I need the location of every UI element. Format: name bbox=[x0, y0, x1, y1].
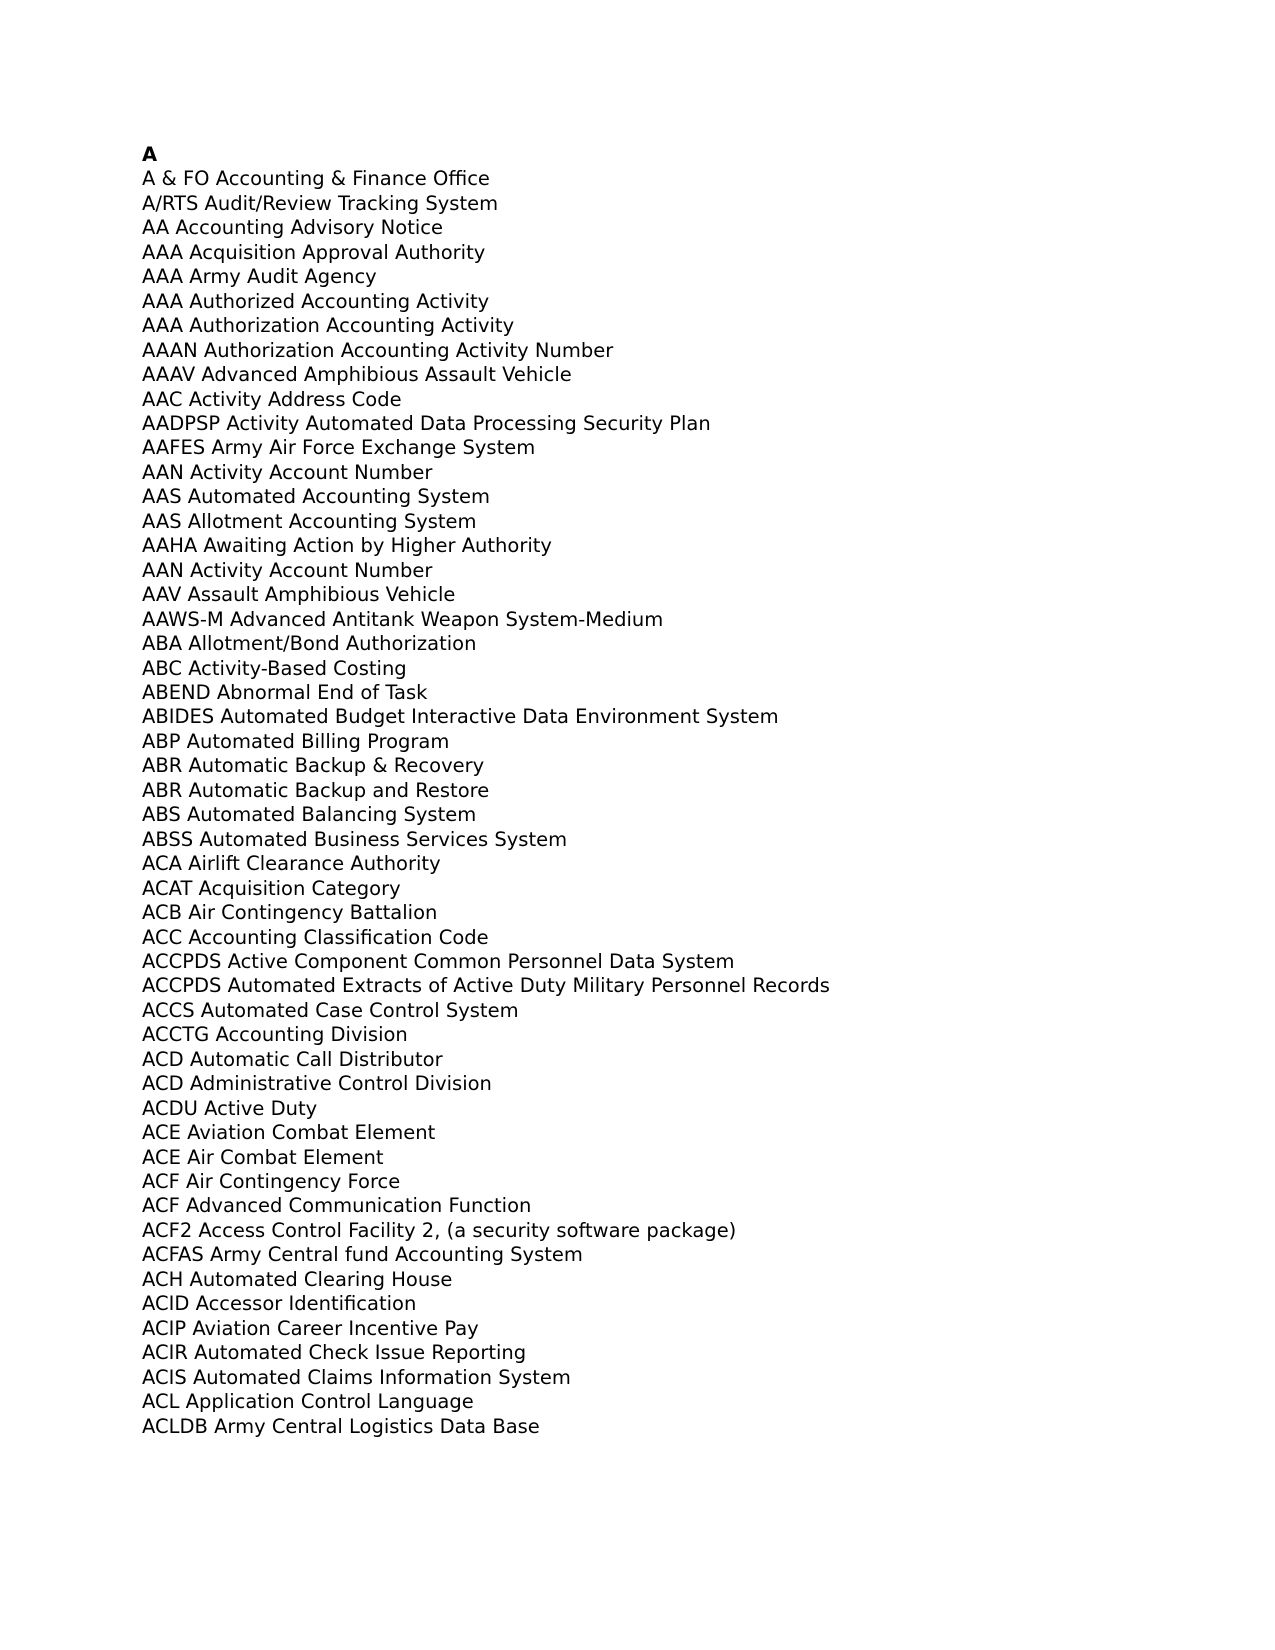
acronym-entry: ABC Activity-Based Costing bbox=[142, 656, 407, 680]
section-heading-a: A bbox=[142, 143, 158, 166]
acronym-entry: ACE Air Combat Element bbox=[142, 1145, 384, 1169]
acronym-entry: ACIS Automated Claims Information System bbox=[142, 1365, 571, 1389]
acronym-entry: ACD Automatic Call Distributor bbox=[142, 1047, 443, 1071]
acronym-entry: ACCPDS Active Component Common Personnel… bbox=[142, 949, 735, 973]
acronym-entry: AAV Assault Amphibious Vehicle bbox=[142, 583, 456, 607]
acronym-entry: ABS Automated Balancing System bbox=[142, 803, 477, 827]
acronym-entry: ACCTG Accounting Division bbox=[142, 1023, 408, 1047]
acronym-entry: AAAV Advanced Amphibious Assault Vehicle bbox=[142, 363, 572, 387]
acronym-entry: ACH Automated Clearing House bbox=[142, 1267, 453, 1291]
acronym-entry: A & FO Accounting & Finance Office bbox=[142, 167, 490, 191]
acronym-entry: AAA Acquisition Approval Authority bbox=[142, 240, 486, 264]
document-page: A A & FO Accounting & Finance Office A/RT… bbox=[0, 0, 1275, 1650]
acronym-entry: ACCS Automated Case Control System bbox=[142, 998, 519, 1022]
acronym-entry: ACL Application Control Language bbox=[142, 1390, 474, 1414]
acronym-entry: ACIR Automated Check Issue Reporting bbox=[142, 1341, 527, 1365]
acronym-entry: ABSS Automated Business Services System bbox=[142, 827, 568, 851]
acronym-entry: AAN Activity Account Number bbox=[142, 558, 433, 582]
acronym-entry: ACLDB Army Central Logistics Data Base bbox=[142, 1414, 540, 1438]
acronym-entry: ACID Accessor Identification bbox=[142, 1292, 417, 1316]
glossary-content: A A & FO Accounting & Finance Office A/RT… bbox=[142, 143, 1142, 1439]
acronym-entry: ACF Air Contingency Force bbox=[142, 1170, 401, 1194]
acronym-entry: A/RTS Audit/Review Tracking System bbox=[142, 191, 499, 215]
acronym-entry: AAS Automated Accounting System bbox=[142, 485, 491, 509]
acronym-entry: ACF Advanced Communication Function bbox=[142, 1194, 532, 1218]
acronym-entry: ACDU Active Duty bbox=[142, 1096, 318, 1120]
acronym-entry: ABP Automated Billing Program bbox=[142, 729, 450, 753]
acronym-entry: ABR Automatic Backup and Restore bbox=[142, 778, 490, 802]
acronym-entry: AADPSP Activity Automated Data Processin… bbox=[142, 411, 711, 435]
acronym-entry: AA Accounting Advisory Notice bbox=[142, 216, 443, 240]
acronym-entry: AAA Army Audit Agency bbox=[142, 265, 377, 289]
acronym-entry: AAN Activity Account Number bbox=[142, 460, 433, 484]
acronym-entry: ACD Administrative Control Division bbox=[142, 1072, 492, 1096]
acronym-entry: ABA Allotment/Bond Authorization bbox=[142, 632, 477, 656]
acronym-entry: AAC Activity Address Code bbox=[142, 387, 402, 411]
acronym-entry: ABR Automatic Backup & Recovery bbox=[142, 754, 485, 778]
acronym-entry: ACFAS Army Central fund Accounting Syste… bbox=[142, 1243, 583, 1267]
acronym-entry-list: A & FO Accounting & Finance Office A/RTS … bbox=[142, 167, 1142, 1439]
acronym-entry: ABEND Abnormal End of Task bbox=[142, 680, 428, 704]
acronym-entry: AAWS-M Advanced Antitank Weapon System-M… bbox=[142, 607, 664, 631]
acronym-entry: ACE Aviation Combat Element bbox=[142, 1121, 436, 1145]
acronym-entry: ABIDES Automated Budget Interactive Data… bbox=[142, 705, 779, 729]
acronym-entry: ACCPDS Automated Extracts of Active Duty… bbox=[142, 974, 830, 998]
acronym-entry: ACB Air Contingency Battalion bbox=[142, 901, 438, 925]
acronym-entry: ACAT Acquisition Category bbox=[142, 876, 401, 900]
acronym-entry: AAHA Awaiting Action by Higher Authority bbox=[142, 534, 552, 558]
acronym-entry: ACIP Aviation Career Incentive Pay bbox=[142, 1316, 479, 1340]
acronym-entry: AAA Authorized Accounting Activity bbox=[142, 289, 490, 313]
acronym-entry: AAA Authorization Accounting Activity bbox=[142, 314, 515, 338]
acronym-entry: AAAN Authorization Accounting Activity N… bbox=[142, 338, 614, 362]
acronym-entry: ACC Accounting Classification Code bbox=[142, 925, 489, 949]
acronym-entry: ACF2 Access Control Facility 2, (a secur… bbox=[142, 1218, 737, 1242]
acronym-entry: AAFES Army Air Force Exchange System bbox=[142, 436, 536, 460]
acronym-entry: ACA Airlift Clearance Authority bbox=[142, 852, 441, 876]
acronym-entry: AAS Allotment Accounting System bbox=[142, 509, 477, 533]
